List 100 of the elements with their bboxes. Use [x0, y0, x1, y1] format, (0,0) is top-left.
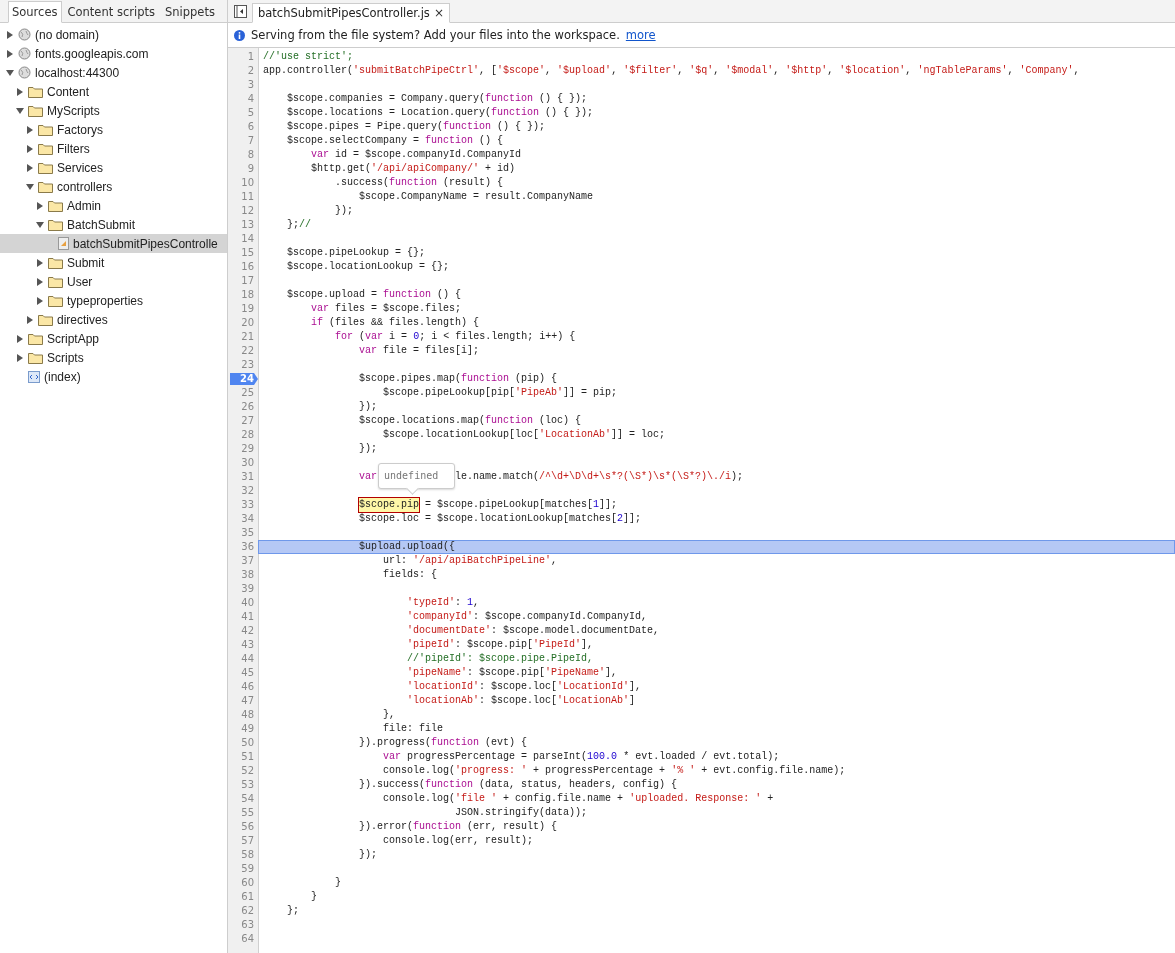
tree-item[interactable]: Scripts	[0, 348, 227, 367]
code-token: ],	[581, 638, 594, 652]
code-token: app.controller(	[263, 64, 353, 78]
code-token: () { });	[545, 106, 594, 120]
code-token: $scope.CompanyName = result.CompanyName	[359, 190, 594, 204]
code-token: });	[359, 400, 378, 414]
code-token: progressPercentage = parseInt(	[407, 750, 588, 764]
code-token: + config.file.name +	[503, 792, 624, 806]
tree-item[interactable]: (index)	[0, 367, 227, 386]
code-token: function	[383, 288, 432, 302]
code-token: 'PipeId'	[533, 638, 582, 652]
code-token: ],	[629, 680, 642, 694]
code-token: //'pipeId': $scope.pipe.PipeId,	[407, 652, 594, 666]
tree-item[interactable]: BatchSubmit	[0, 215, 227, 234]
code-token: ]	[629, 694, 636, 708]
close-icon[interactable]: ×	[433, 6, 444, 20]
info-message: Serving from the file system? Add your files into the workspace.	[251, 28, 620, 42]
panel-tab[interactable]: Sources	[8, 1, 62, 23]
code-token: $scope.upload =	[287, 288, 379, 302]
tree-item[interactable]: directives	[0, 310, 227, 329]
code-token: , [	[479, 64, 498, 78]
code-token: //	[299, 218, 312, 232]
code-token: 'ngTableParams'	[917, 64, 1008, 78]
code-token: * evt.loaded / evt.total);	[623, 750, 780, 764]
code-token: 'typeId'	[407, 596, 456, 610]
tree-item[interactable]: ScriptApp	[0, 329, 227, 348]
code-token: : $scope.companyId.CompanyId,	[473, 610, 648, 624]
panel-tab[interactable]: Content scripts	[63, 1, 159, 23]
code-token: $scope.pipeLookup[pip[	[383, 386, 516, 400]
code-token: 'submitBatchPipeCtrl'	[353, 64, 480, 78]
tab-label[interactable]: batchSubmitPipesController.js	[258, 6, 430, 20]
code-token: + progressPercentage +	[533, 764, 666, 778]
tree-item[interactable]: localhost:44300	[0, 63, 227, 82]
code-token: );	[731, 470, 744, 484]
code-token: '$modal'	[725, 64, 774, 78]
tree-item[interactable]: Filters	[0, 139, 227, 158]
tree-item[interactable]: MyScripts	[0, 101, 227, 120]
code-token: id = $scope.companyId.CompanyId	[335, 148, 522, 162]
code-token: function	[461, 372, 510, 386]
tree-item[interactable]: fonts.googleapis.com	[0, 44, 227, 63]
code-token: function	[485, 414, 534, 428]
code-token: 'locationAb'	[407, 694, 480, 708]
code-token: $scope.locationLookup = {};	[287, 260, 450, 274]
tree-item[interactable]: Submit	[0, 253, 227, 272]
more-link[interactable]: more	[625, 28, 656, 42]
code-token: ; i < files.length; i++) {	[419, 330, 576, 344]
code-token: console.log(	[383, 792, 456, 806]
code-token: $scope.locationLookup[loc[	[383, 428, 540, 442]
code-token: 'locationId'	[407, 680, 480, 694]
code-token: (files && files.length) {	[329, 316, 480, 330]
code-token: ],	[605, 666, 618, 680]
code-token: (err, result) {	[467, 820, 558, 834]
code-token: var	[359, 470, 378, 484]
code-token: $upload.upload({	[359, 540, 456, 554]
code-token: function	[413, 820, 462, 834]
code-token: ]] = pip;	[563, 386, 618, 400]
code-token: ,	[905, 64, 912, 78]
code-token: : $scope.pip[	[467, 666, 546, 680]
code-token: '/api/apiBatchPipeLine'	[413, 554, 552, 568]
code-token: ,	[827, 64, 834, 78]
tree-item[interactable]: controllers	[0, 177, 227, 196]
code-token: //'use strict';	[263, 50, 353, 64]
code-token: });	[359, 442, 378, 456]
code-token: 'uploaded. Response: '	[629, 792, 762, 806]
code-token: + id)	[485, 162, 516, 176]
code-token: 'PipeName'	[545, 666, 606, 680]
code-token: (evt) {	[485, 736, 528, 750]
tree-item[interactable]: Factorys	[0, 120, 227, 139]
code-token: ]] = loc;	[611, 428, 666, 442]
tree-item[interactable]: Admin	[0, 196, 227, 215]
code-token: };	[287, 218, 300, 232]
code-token: $scope.locations = Location.query(	[287, 106, 492, 120]
code-token: 2	[617, 512, 624, 526]
tree-item[interactable]: Services	[0, 158, 227, 177]
breakpoint-marker[interactable]: 24	[228, 372, 258, 386]
tree-item[interactable]: Content	[0, 82, 227, 101]
tree-item[interactable]: (no domain)	[0, 25, 227, 44]
code-token: 'LocationAb'	[539, 428, 612, 442]
panel-tab[interactable]: Snippets	[160, 1, 219, 23]
code-token: 'LocationId'	[557, 680, 630, 694]
tree-item[interactable]: batchSubmitPipesControlle	[0, 234, 227, 253]
code-token: ,	[551, 554, 558, 568]
tree-item[interactable]: typeproperties	[0, 291, 227, 310]
file-tab[interactable]: batchSubmitPipesController.js ×	[252, 3, 450, 23]
code-token: $scope.locations.map(	[359, 414, 486, 428]
code-token: });	[359, 848, 378, 862]
code-token: var	[311, 302, 330, 316]
code-token: function	[389, 176, 438, 190]
code-token: $http.get(	[311, 162, 372, 176]
code-token: ,	[677, 64, 684, 78]
code-token: 'file '	[455, 792, 498, 806]
code-token: }).error(	[359, 820, 414, 834]
code-token: console.log(err, result);	[383, 834, 534, 848]
code-token: '$http'	[785, 64, 828, 78]
code-token: function	[425, 778, 474, 792]
code-token: : $scope.loc[	[479, 680, 558, 694]
tree-item[interactable]: User	[0, 272, 227, 291]
hovered-expression: $scope.pip	[359, 498, 420, 512]
code-token: $scope.pipes = Pipe.query(	[287, 120, 444, 134]
code-token: console.log(	[383, 764, 456, 778]
